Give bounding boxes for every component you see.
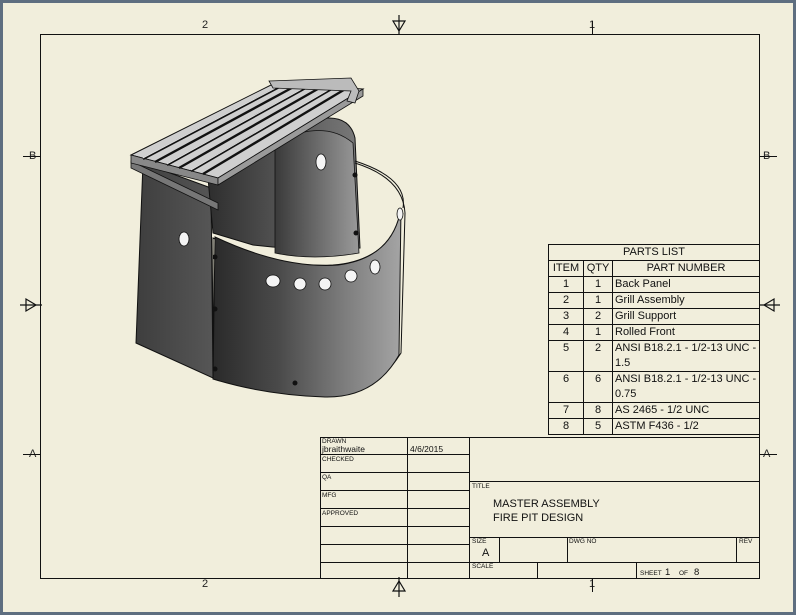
tb-sheet-label: SHEET bbox=[640, 570, 662, 577]
parts-item: 8 bbox=[548, 418, 584, 435]
parts-qty: 1 bbox=[583, 292, 613, 309]
table-row: 1 1 Back Panel bbox=[548, 276, 760, 293]
parts-list-title: PARTS LIST bbox=[548, 244, 760, 261]
tb-title-line2: FIRE PIT DESIGN bbox=[493, 512, 584, 524]
tb-size-label: SIZE bbox=[472, 538, 487, 545]
tb-cell bbox=[320, 526, 408, 545]
tb-cell bbox=[407, 490, 470, 509]
parts-header-qty: QTY bbox=[583, 260, 613, 277]
table-row: 8 5 ASTM F436 - 1/2 bbox=[548, 418, 760, 435]
tb-dwgno-label: DWG NO bbox=[569, 538, 597, 545]
parts-part-number: Grill Assembly bbox=[612, 292, 760, 309]
parts-qty: 8 bbox=[583, 402, 613, 419]
parts-part-number: ANSI B18.2.1 - 1/2-13 UNC - 1.5 bbox=[612, 340, 760, 372]
table-row: 4 1 Rolled Front bbox=[548, 324, 760, 341]
tb-size-value: A bbox=[482, 547, 490, 559]
parts-part-number: AS 2465 - 1/2 UNC bbox=[612, 402, 760, 419]
tb-cell bbox=[499, 537, 568, 563]
tb-approved-label: APPROVED bbox=[322, 510, 359, 517]
tb-title-line1: MASTER ASSEMBLY bbox=[493, 498, 600, 510]
tb-drawn-date: 4/6/2015 bbox=[410, 444, 444, 454]
parts-item: 3 bbox=[548, 308, 584, 325]
parts-part-number: ANSI B18.2.1 - 1/2-13 UNC - 0.75 bbox=[612, 371, 760, 403]
tb-sheet-total: 8 bbox=[694, 567, 700, 578]
parts-item: 5 bbox=[548, 340, 584, 372]
tb-drawn-by: jbraithwaite bbox=[322, 444, 365, 454]
tb-cell bbox=[320, 472, 408, 491]
table-row: 7 8 AS 2465 - 1/2 UNC bbox=[548, 402, 760, 419]
parts-header-item: ITEM bbox=[548, 260, 584, 277]
tb-cell bbox=[407, 508, 470, 527]
drawing-sheet: 2 1 2 1 B A B A bbox=[3, 3, 793, 612]
tb-cell bbox=[407, 454, 470, 473]
tb-cell bbox=[407, 526, 470, 545]
title-block: DRAWN jbraithwaite 4/6/2015 CHECKED QA M… bbox=[320, 437, 760, 579]
parts-qty: 2 bbox=[583, 308, 613, 325]
parts-qty: 1 bbox=[583, 324, 613, 341]
table-row: 5 2 ANSI B18.2.1 - 1/2-13 UNC - 1.5 bbox=[548, 340, 760, 372]
table-row: 6 6 ANSI B18.2.1 - 1/2-13 UNC - 0.75 bbox=[548, 371, 760, 403]
tb-mfg-label: MFG bbox=[322, 492, 337, 499]
tb-cell bbox=[407, 562, 470, 579]
tb-cell bbox=[407, 544, 470, 563]
tb-sheet-number: 1 bbox=[665, 567, 671, 578]
parts-qty: 5 bbox=[583, 418, 613, 435]
tb-cell bbox=[537, 562, 637, 579]
tb-title-label: TITLE bbox=[472, 483, 490, 490]
tb-scale-label: SCALE bbox=[472, 563, 494, 570]
parts-qty: 1 bbox=[583, 276, 613, 293]
table-row: 2 1 Grill Assembly bbox=[548, 292, 760, 309]
tb-cell bbox=[320, 562, 408, 579]
table-row: 3 2 Grill Support bbox=[548, 308, 760, 325]
parts-item: 2 bbox=[548, 292, 584, 309]
parts-item: 6 bbox=[548, 371, 584, 403]
tb-qa-label: QA bbox=[322, 474, 332, 481]
parts-item: 1 bbox=[548, 276, 584, 293]
parts-item: 4 bbox=[548, 324, 584, 341]
parts-item: 7 bbox=[548, 402, 584, 419]
parts-header-part-number: PART NUMBER bbox=[612, 260, 760, 277]
parts-list-table: PARTS LIST ITEM QTY PART NUMBER 1 1 Back… bbox=[548, 244, 760, 435]
tb-sheet-of: OF bbox=[679, 570, 689, 577]
tb-cell bbox=[320, 544, 408, 563]
tb-logo-cell bbox=[469, 437, 760, 482]
parts-qty: 2 bbox=[583, 340, 613, 372]
parts-part-number: Back Panel bbox=[612, 276, 760, 293]
parts-part-number: ASTM F436 - 1/2 bbox=[612, 418, 760, 435]
parts-part-number: Grill Support bbox=[612, 308, 760, 325]
parts-qty: 6 bbox=[583, 371, 613, 403]
tb-checked-label: CHECKED bbox=[322, 456, 354, 463]
tb-cell bbox=[407, 472, 470, 491]
tb-rev-label: REV bbox=[739, 538, 753, 545]
parts-part-number: Rolled Front bbox=[612, 324, 760, 341]
